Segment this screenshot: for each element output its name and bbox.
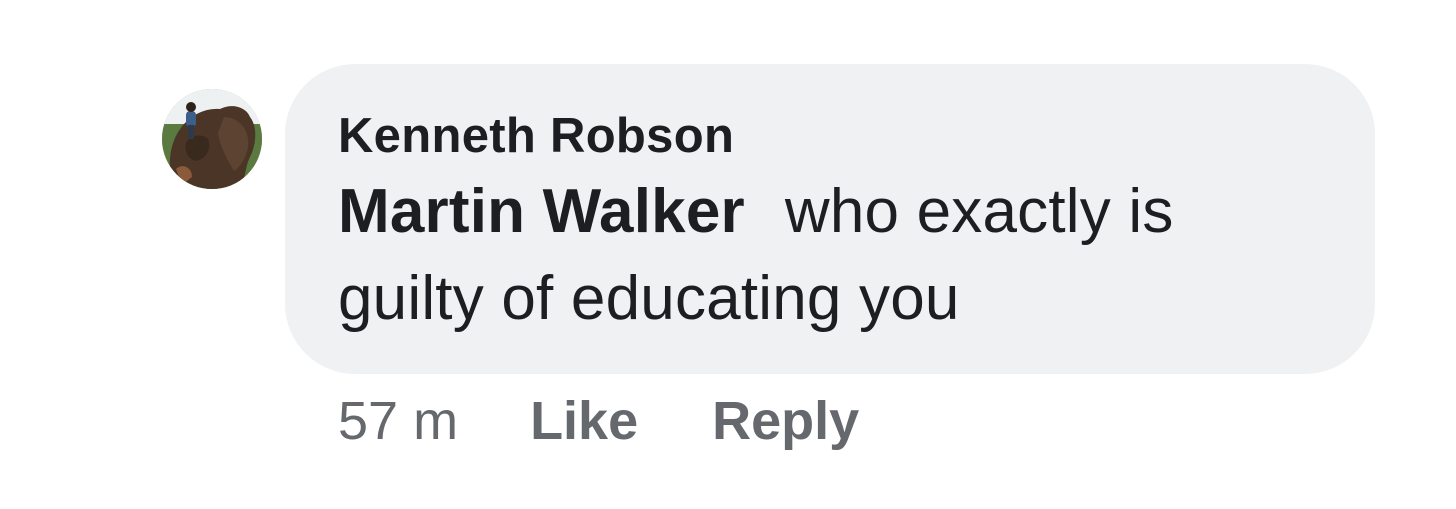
mention-tag[interactable]: Martin Walker [338,177,745,246]
comment-text-line-2: guilty of educating you [338,264,960,333]
comment-bubble: Kenneth Robson Martin Walker who exactly … [285,64,1375,374]
comment: Kenneth Robson Martin Walker who exactly … [0,0,1456,509]
elephant-photo-icon [162,89,262,189]
like-button[interactable]: Like [530,386,638,456]
comment-text: Martin Walker who exactly is guilty of edu… [338,168,1335,342]
comment-timestamp[interactable]: 57 m [338,386,458,456]
comment-text-line-1: who exactly is [784,177,1174,246]
comment-actions: 57 m Like Reply [338,386,859,456]
reply-button[interactable]: Reply [712,386,859,456]
comment-author[interactable]: Kenneth Robson [338,108,1335,164]
avatar[interactable] [162,89,262,189]
